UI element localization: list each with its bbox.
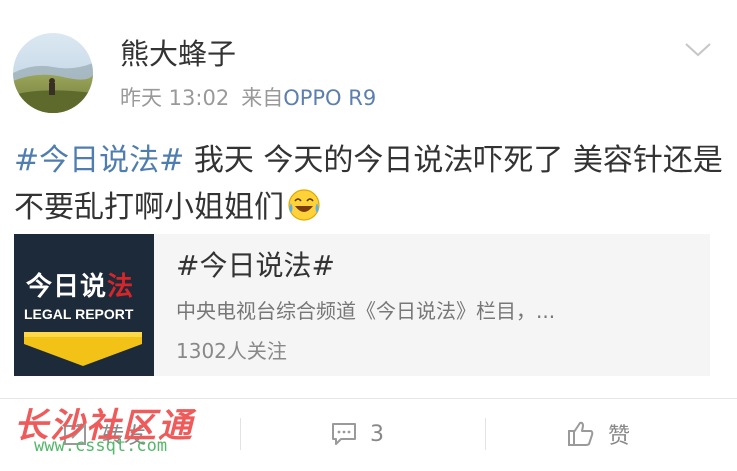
comment-count: 3 xyxy=(370,421,384,447)
topic-title: #今日说法# xyxy=(176,249,335,282)
divider xyxy=(0,398,737,399)
source-prefix: 来自 xyxy=(241,86,284,110)
author-name[interactable]: 熊大蜂子 xyxy=(120,36,236,72)
post-text: #今日说法# 我天 今天的今日说法吓死了 美容针还是不要乱打啊小姐姐们 xyxy=(14,137,726,231)
thumbnail-english-text: LEGAL REPORT xyxy=(24,306,134,322)
avatar-image xyxy=(13,33,93,113)
chevron-down-icon[interactable] xyxy=(683,40,713,60)
action-separator xyxy=(485,418,486,450)
post-meta: 昨天 13:02 来自OPPO R9 xyxy=(120,85,376,111)
like-label: 赞 xyxy=(608,424,631,449)
post-time: 昨天 13:02 xyxy=(120,86,230,110)
hashtag-link[interactable]: #今日说法# xyxy=(14,143,184,178)
laughing-tears-emoji-icon xyxy=(288,189,320,221)
topic-thumbnail: 今日说法 LEGAL REPORT xyxy=(14,234,154,376)
device-link[interactable]: OPPO R9 xyxy=(283,86,376,110)
topic-followers: 1302人关注 xyxy=(176,339,287,363)
topic-description: 中央电视台综合频道《今日说法》栏目，... xyxy=(176,299,556,323)
thumbnail-logo-text: 今日说法 xyxy=(26,272,135,302)
repost-icon xyxy=(64,424,86,445)
comment-button[interactable]: 3 xyxy=(330,410,384,458)
avatar[interactable] xyxy=(13,33,93,113)
action-separator xyxy=(240,418,241,450)
repost-button[interactable]: 转发 xyxy=(62,410,146,458)
repost-label: 转发 xyxy=(102,424,147,449)
like-button[interactable]: 赞 xyxy=(566,410,630,458)
thumbnail-chevron-shape xyxy=(24,332,142,366)
thumbs-up-icon xyxy=(568,421,594,446)
topic-card[interactable]: 今日说法 LEGAL REPORT #今日说法# 中央电视台综合频道《今日说法》… xyxy=(14,234,710,376)
comment-icon xyxy=(332,423,356,445)
